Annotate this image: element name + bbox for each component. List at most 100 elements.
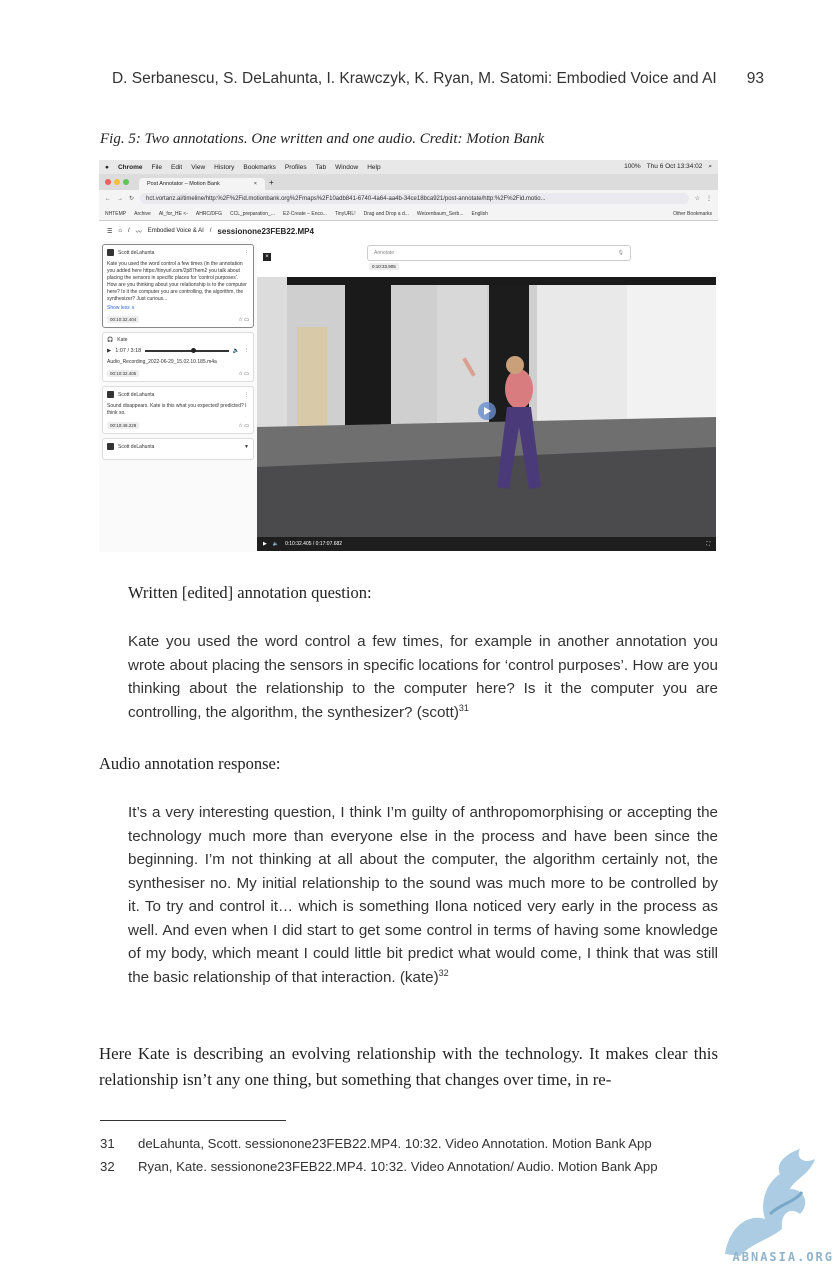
bookmarks-bar: NHTEMP Archive AI_for_HE <- AHRC/DFG CCL… <box>99 207 718 221</box>
minimize-window-icon[interactable] <box>114 179 120 185</box>
annotation-card[interactable]: 🎧 Kate ▶ 1:07 / 3:18 🔈 ⋮ Audio_Recording_… <box>102 332 254 382</box>
play-icon[interactable]: ▶ <box>263 541 267 547</box>
menubar-item[interactable]: History <box>214 164 234 171</box>
annotate-input[interactable]: Annotate 🎙 <box>367 245 631 261</box>
menubar-item[interactable]: Window <box>335 164 358 171</box>
video-icon[interactable]: ▭ <box>244 371 249 377</box>
mic-icon[interactable]: 🎙 <box>618 250 624 256</box>
play-icon[interactable]: ▶ <box>107 348 111 354</box>
bookmark-item[interactable]: TinyURL! <box>335 211 356 217</box>
maximize-window-icon[interactable] <box>123 179 129 185</box>
question-quote: Kate you used the word control a few tim… <box>128 630 718 724</box>
scrubber-knob[interactable] <box>191 348 197 354</box>
apple-icon: ● <box>105 163 109 171</box>
bookmark-item[interactable]: English <box>472 211 488 217</box>
close-icon[interactable]: × <box>263 253 271 261</box>
bookmark-item[interactable]: AI_for_HE <- <box>159 211 188 217</box>
annotation-list: Scott deLahunta ⋮ Kate you used the word … <box>99 241 257 552</box>
fullscreen-icon[interactable]: ⛶ <box>706 541 710 547</box>
page-number: 93 <box>746 70 764 87</box>
menubar-app: Chrome <box>117 163 143 171</box>
footnote-ref: 31 <box>458 702 469 713</box>
bookmark-item[interactable]: E2-Create – Enco... <box>283 211 327 217</box>
annotation-card[interactable]: Scott deLahunta ⋮ Sound disappears. Kate … <box>102 386 254 434</box>
header-authors-title: D. Serbanescu, S. DeLahunta, I. Krawczyk… <box>111 70 717 87</box>
bookmark-item[interactable]: Other Bookmarks <box>673 211 712 217</box>
show-less-link[interactable]: Show less ∧ <box>107 305 249 311</box>
griffin-logo-icon <box>725 1149 815 1256</box>
video-controls: ▶ 🔈 0:10:32.405 / 0:17:07.682 ⛶ <box>257 537 716 551</box>
home-icon[interactable]: ⌂ <box>118 228 122 234</box>
card-menu-icon[interactable]: ⋮ <box>244 250 249 256</box>
menubar-item[interactable]: View <box>191 164 205 171</box>
browser-tab[interactable]: Post Annotator – Motion Bank × <box>139 178 265 190</box>
star-icon[interactable]: ☆ <box>238 423 242 429</box>
card-author: Kate <box>117 337 128 343</box>
annotate-time: 0:10:33.905 <box>369 263 399 270</box>
written-annotation-intro: Written [edited] annotation question: <box>128 583 372 602</box>
card-timestamp[interactable]: 00:10:32.405 <box>107 370 140 377</box>
bookmark-item[interactable]: Weizenbaum_Serb... <box>417 211 464 217</box>
running-header: D. Serbanescu, S. DeLahunta, I. Krawczyk… <box>100 70 764 88</box>
figure-caption: Fig. 5: Two annotations. One written and… <box>100 131 545 147</box>
footnote: 32 Ryan, Kate. sessionone23FEB22.MP4. 10:… <box>100 1159 700 1174</box>
annotation-card[interactable]: Scott deLahunta ▼ <box>102 438 254 460</box>
footnote-divider <box>100 1120 286 1121</box>
comment-icon[interactable]: ▭ <box>244 423 249 429</box>
mac-menubar: ● Chrome File Edit View History Bookmark… <box>99 160 718 174</box>
footnote-ref: 32 <box>438 967 449 978</box>
bookmark-item[interactable]: AHRC/DFG <box>196 211 222 217</box>
audio-scrubber[interactable] <box>145 348 229 354</box>
menubar-item[interactable]: Bookmarks <box>243 164 276 171</box>
tab-close-icon[interactable]: × <box>254 181 257 187</box>
volume-icon[interactable]: 🔈 <box>273 541 279 547</box>
menubar-item[interactable]: Tab <box>316 164 326 171</box>
breadcrumb[interactable]: Embodied Voice & AI <box>148 228 204 234</box>
card-menu-icon[interactable]: ⋮ <box>244 348 250 354</box>
back-icon[interactable]: ← <box>105 196 111 202</box>
card-timestamp[interactable]: 00:10:32.404 <box>107 316 140 323</box>
menubar-item[interactable]: File <box>152 164 162 171</box>
timeline-icon: 〰 <box>135 229 142 236</box>
card-author: Scott deLahunta <box>118 443 155 450</box>
menu-dots-icon[interactable]: ⋮ <box>706 195 712 202</box>
bookmark-item[interactable]: Archive <box>134 211 151 217</box>
breadcrumb-sep: / <box>209 228 212 234</box>
star-icon[interactable]: ☆ <box>695 195 700 202</box>
comment-icon[interactable]: ▭ <box>244 317 249 323</box>
menubar-item[interactable]: Edit <box>171 164 182 171</box>
tab-title: Post Annotator – Motion Bank <box>147 181 220 187</box>
forward-icon[interactable]: → <box>117 196 123 202</box>
audio-annotation-intro: Audio annotation response: <box>99 754 281 773</box>
video-time: 0:10:32.405 / 0:17:07.682 <box>285 541 343 547</box>
star-icon[interactable]: ☆ <box>238 317 242 323</box>
video-frame <box>257 277 716 551</box>
headphones-icon: 🎧 <box>107 337 114 343</box>
bookmark-item[interactable]: CCL_preparation_... <box>230 211 275 217</box>
browser-tabbar: Post Annotator – Motion Bank × + <box>99 174 718 190</box>
figure-screenshot: ● Chrome File Edit View History Bookmark… <box>99 160 718 552</box>
annotation-card[interactable]: Scott deLahunta ⋮ Kate you used the word … <box>102 244 254 328</box>
footnote-text: Ryan, Kate. sessionone23FEB22.MP4. 10:32… <box>138 1159 658 1174</box>
video-player[interactable]: ▶ 🔈 0:10:32.405 / 0:17:07.682 ⛶ <box>257 277 716 551</box>
menubar-item[interactable]: Profiles <box>285 164 307 171</box>
star-icon[interactable]: ☆ <box>238 371 242 377</box>
watermark-text: ABNASIA.ORG <box>732 1250 834 1264</box>
card-author: Scott deLahunta <box>118 249 155 256</box>
search-icon[interactable]: ⌕ <box>708 163 712 171</box>
close-window-icon[interactable] <box>105 179 111 185</box>
session-title: sessionone23FEB22.MP4 <box>217 226 314 236</box>
bookmark-item[interactable]: Drag and Drop a d... <box>364 211 409 217</box>
window-controls <box>105 179 129 185</box>
card-menu-icon[interactable]: ⋮ <box>244 392 249 398</box>
url-field[interactable]: hct.vortanz.ai/timeline/http:%2F%2Fid.mo… <box>140 193 689 204</box>
filter-icon[interactable]: ▼ <box>244 444 249 450</box>
reload-icon[interactable]: ↻ <box>129 195 134 202</box>
volume-icon[interactable]: 🔈 <box>233 348 240 354</box>
app-header: ☰ ⌂ / 〰 Embodied Voice & AI / sessionone… <box>99 221 718 241</box>
hamburger-icon[interactable]: ☰ <box>107 228 112 235</box>
bookmark-item[interactable]: NHTEMP <box>105 211 126 217</box>
menubar-item[interactable]: Help <box>367 164 380 171</box>
new-tab-icon[interactable]: + <box>269 178 274 187</box>
card-timestamp[interactable]: 00:10:48.229 <box>107 422 140 429</box>
